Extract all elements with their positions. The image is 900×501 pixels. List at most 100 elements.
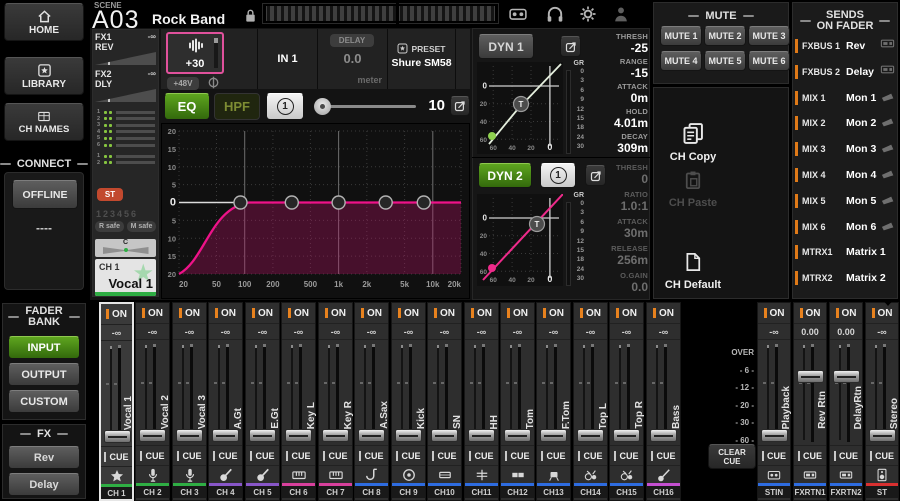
fader-thumb[interactable] — [358, 429, 385, 442]
fader-track[interactable]: Key R — [319, 340, 352, 446]
on-button[interactable]: ON — [392, 303, 425, 324]
cue-button[interactable]: CUE — [246, 446, 279, 466]
on-button[interactable]: ON — [246, 303, 279, 324]
fx1-send-box[interactable]: FX1-∞ REV — [95, 32, 156, 65]
safe-badge[interactable]: R safe — [95, 221, 124, 232]
fader-thumb[interactable] — [468, 429, 495, 442]
fader-thumb[interactable] — [212, 429, 239, 442]
dyn2-param-release[interactable]: RELEASE256m — [586, 244, 648, 267]
on-button[interactable]: ON — [319, 303, 352, 324]
on-button[interactable]: ON — [209, 303, 242, 324]
fader-track[interactable]: Top L — [574, 340, 607, 446]
channel-strip-ch12[interactable]: ON -∞ Tom CUE CH12 — [500, 302, 535, 501]
cue-button[interactable]: CUE — [537, 446, 570, 466]
fader-track[interactable]: F.Tom — [537, 340, 570, 446]
cue-button[interactable]: CUE — [282, 446, 315, 466]
fader-thumb[interactable] — [431, 429, 458, 442]
cue-button[interactable]: CUE — [209, 446, 242, 466]
fader-track[interactable]: Kick — [392, 340, 425, 446]
fader-thumb[interactable] — [761, 429, 788, 442]
fader-track[interactable]: Tom — [501, 340, 534, 446]
input-patch-cell[interactable]: IN 1 — [258, 29, 318, 89]
settings-icon[interactable] — [579, 5, 597, 23]
lock-icon[interactable] — [243, 8, 258, 23]
channel-strip-ch10[interactable]: ON -∞ SN CUE CH10 — [427, 302, 462, 501]
channel-strip-ch1[interactable]: ON -∞ Vocal 1 CUE CH 1 — [99, 302, 134, 501]
cue-button[interactable]: CUE — [574, 446, 607, 466]
sends-row-mtrx2[interactable]: MTRX2 Matrix 2 — [795, 266, 895, 290]
cue-button[interactable]: CUE — [428, 446, 461, 466]
master-strip-stin[interactable]: ON -∞ Playback CUE STIN — [757, 302, 791, 501]
on-button[interactable]: ON — [428, 303, 461, 324]
fader-thumb[interactable] — [104, 430, 131, 443]
sends-row-mix2[interactable]: MIX 2 Mon 2 — [795, 111, 895, 135]
fader-thumb[interactable] — [833, 370, 860, 383]
on-button[interactable]: ON — [355, 303, 388, 324]
fader-thumb[interactable] — [613, 429, 640, 442]
sends-row-mix3[interactable]: MIX 3 Mon 3 — [795, 137, 895, 161]
mute-6-button[interactable]: MUTE 6 — [748, 51, 790, 71]
dyn1-param-attack[interactable]: ATTACK0m — [586, 82, 648, 105]
channel-strip-ch11[interactable]: ON -∞ HH CUE CH11 — [464, 302, 499, 501]
safe-badge[interactable]: M safe — [127, 221, 156, 232]
channel-strip-ch15[interactable]: ON -∞ Top R CUE CH15 — [609, 302, 644, 501]
dyn2-button[interactable]: DYN 2 — [478, 163, 532, 188]
eq-graph[interactable]: 20151050510152020501002005001k2k5k10k20k — [161, 123, 470, 299]
fader-thumb[interactable] — [797, 370, 824, 383]
fader-bank-custom-button[interactable]: CUSTOM — [8, 390, 80, 413]
fader-thumb[interactable] — [249, 429, 276, 442]
dyn2-param-ogain[interactable]: O.GAIN0.0 — [586, 271, 648, 294]
cue-button[interactable]: CUE — [136, 446, 169, 466]
cue-button[interactable]: CUE — [355, 446, 388, 466]
fader-track[interactable]: Key L — [282, 340, 315, 446]
on-button[interactable]: ON — [501, 303, 534, 324]
dyn2-graph[interactable]: 02040606040200T — [477, 194, 563, 286]
home-button[interactable]: HOME — [4, 3, 84, 41]
dyn2-band-select-button[interactable]: 1 — [540, 163, 576, 188]
headphones-icon[interactable] — [546, 5, 564, 23]
fader-bank-output-button[interactable]: OUTPUT — [8, 363, 80, 386]
fader-track[interactable]: A.Gt — [209, 340, 242, 446]
fader-thumb[interactable] — [504, 429, 531, 442]
hpf-freq-slider-knob[interactable] — [314, 98, 331, 115]
mute-5-button[interactable]: MUTE 5 — [704, 51, 746, 71]
on-button[interactable]: ON — [282, 303, 315, 324]
cue-button[interactable]: CUE — [319, 446, 352, 466]
on-button[interactable]: ON — [794, 303, 826, 324]
fx-delay-button[interactable]: Delay — [8, 473, 80, 496]
channel-strip-ch16[interactable]: ON -∞ Bass CUE CH16 — [646, 302, 681, 501]
hpf-button[interactable]: HPF — [214, 93, 260, 120]
eq-on-button[interactable]: EQ — [164, 93, 210, 120]
fader-track[interactable]: HH — [465, 340, 498, 446]
dyn1-edit-button[interactable] — [560, 36, 581, 57]
channel-strip-ch4[interactable]: ON -∞ A.Gt CUE CH 4 — [208, 302, 243, 501]
fader-thumb[interactable] — [285, 429, 312, 442]
hpf-freq-slider[interactable] — [318, 105, 416, 108]
dyn1-param-thresh[interactable]: THRESH-25 — [586, 32, 648, 55]
fader-track[interactable]: DelayRtn — [830, 340, 862, 446]
eq-band-select-button[interactable]: 1 — [266, 93, 304, 120]
cue-button[interactable]: CUE — [758, 446, 790, 466]
on-button[interactable]: ON — [136, 303, 169, 324]
master-strip-fxrtn1[interactable]: ON 0.00 Rev Rtn CUE FXRTN1 — [793, 302, 827, 501]
fader-track[interactable]: Vocal 1 — [101, 341, 132, 447]
ch-names-button[interactable]: CH NAMES — [4, 103, 84, 141]
dyn2-param-ratio[interactable]: RATIO1.0:1 — [586, 190, 648, 213]
fader-track[interactable]: Vocal 3 — [173, 340, 206, 446]
master-strip-fxrtn2[interactable]: ON 0.00 DelayRtn CUE FXRTN2 — [829, 302, 863, 501]
fader-track[interactable]: SN — [428, 340, 461, 446]
recorder-icon[interactable] — [505, 5, 531, 23]
cue-button[interactable]: CUE — [392, 446, 425, 466]
cue-button[interactable]: CUE — [173, 446, 206, 466]
channel-strip-ch8[interactable]: ON -∞ A.Sax CUE CH 8 — [354, 302, 389, 501]
fader-thumb[interactable] — [395, 429, 422, 442]
sends-row-mtrx1[interactable]: MTRX1 Matrix 1 — [795, 240, 895, 264]
on-button[interactable]: ON — [830, 303, 862, 324]
cue-button[interactable]: CUE — [501, 446, 534, 466]
fx2-send-box[interactable]: FX2-∞ DLY — [95, 69, 156, 102]
sends-row-mix4[interactable]: MIX 4 Mon 4 — [795, 163, 895, 187]
fader-track[interactable]: Stereo — [866, 340, 898, 446]
fader-track[interactable]: Top R — [610, 340, 643, 446]
sends-row-fxbus1[interactable]: FXBUS 1 Rev — [795, 34, 895, 58]
channel-strip-ch7[interactable]: ON -∞ Key R CUE CH 7 — [318, 302, 353, 501]
